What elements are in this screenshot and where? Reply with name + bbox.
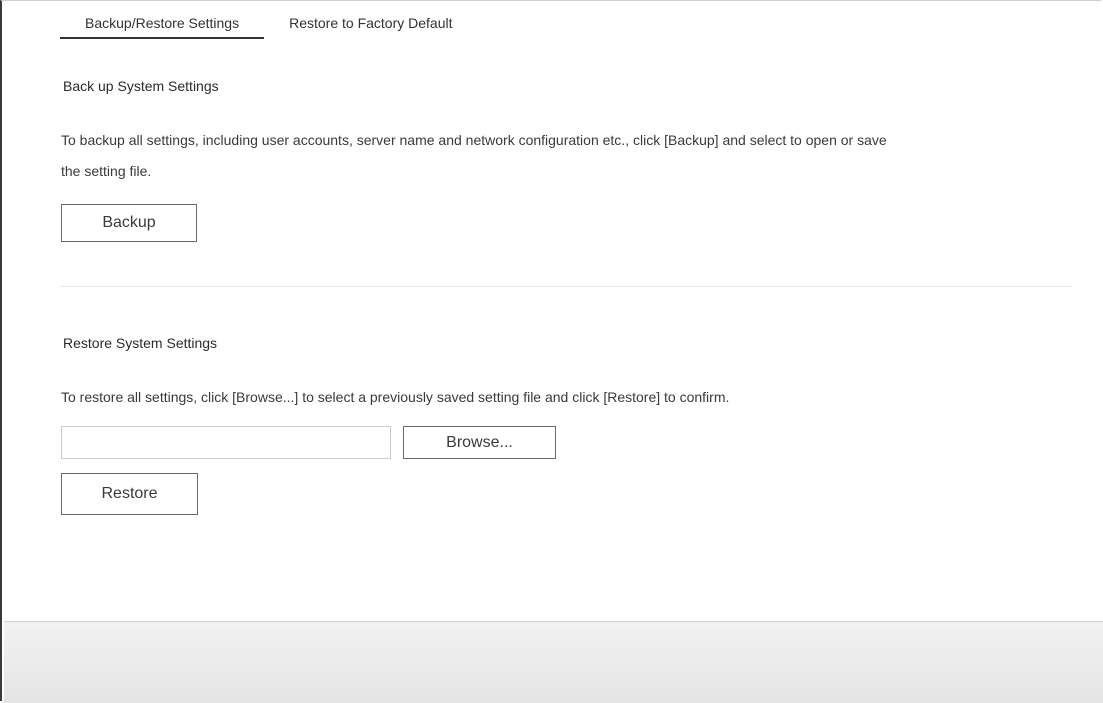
settings-window: Backup/Restore Settings Restore to Facto… xyxy=(0,0,1103,703)
tab-restore-factory-default[interactable]: Restore to Factory Default xyxy=(264,9,477,39)
restore-section-title: Restore System Settings xyxy=(63,335,218,351)
backup-description-line1: To backup all settings, including user a… xyxy=(61,132,887,148)
backup-section-title: Back up System Settings xyxy=(63,78,219,94)
restore-button[interactable]: Restore xyxy=(61,473,198,515)
browse-button[interactable]: Browse... xyxy=(403,426,556,459)
footer-bar xyxy=(4,621,1103,703)
restore-file-path-input[interactable] xyxy=(61,426,391,459)
restore-description: To restore all settings, click [Browse..… xyxy=(61,389,730,405)
backup-button[interactable]: Backup xyxy=(61,204,197,242)
section-divider xyxy=(60,286,1072,287)
tab-bar: Backup/Restore Settings Restore to Facto… xyxy=(60,9,478,39)
tab-backup-restore-settings[interactable]: Backup/Restore Settings xyxy=(60,9,265,39)
backup-description-line2: the setting file. xyxy=(61,163,152,179)
